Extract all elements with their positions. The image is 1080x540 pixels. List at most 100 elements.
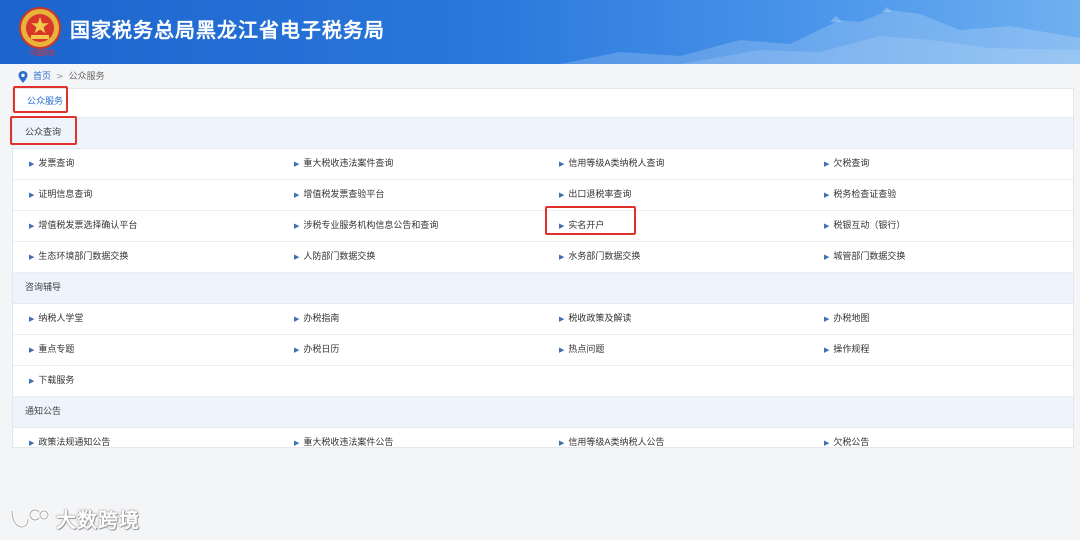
service-link-label: 办税地图: [833, 314, 870, 324]
service-link-label: 增值税发票查验平台: [303, 190, 385, 200]
service-link[interactable]: ▶ 信用等级A类纳税人查询: [543, 149, 808, 179]
empty-cell: [808, 366, 1073, 396]
breadcrumb-home-link[interactable]: 首页: [33, 69, 51, 85]
watermark-text: 大数跨境: [56, 507, 140, 532]
site-title: 国家税务总局黑龙江省电子税务局: [70, 18, 385, 42]
service-link-label: 城管部门数据交换: [833, 252, 906, 262]
service-link-label: 下载服务: [38, 376, 75, 386]
service-link-label: 欠税公告: [833, 438, 870, 448]
watermark: 大数跨境: [8, 502, 140, 534]
section-header: 咨询辅导: [13, 273, 1073, 304]
great-wall-background: [560, 7, 1080, 64]
service-link-label: 发票查询: [38, 159, 75, 169]
service-link[interactable]: ▶ 操作规程: [808, 335, 1073, 365]
service-link[interactable]: ▶ 税银互动（银行）: [808, 211, 1073, 241]
service-link-label: 税务检查证查验: [833, 190, 897, 200]
service-link[interactable]: ▶ 发票查询: [13, 149, 278, 179]
service-link[interactable]: ▶ 重大税收违法案件查询: [278, 149, 543, 179]
service-link[interactable]: ▶ 增值税发票选择确认平台: [13, 211, 278, 241]
service-link[interactable]: ▶ 城管部门数据交换: [808, 242, 1073, 272]
service-link-label: 重大税收违法案件查询: [303, 159, 394, 169]
service-link-label: 税收政策及解读: [568, 314, 632, 324]
triangle-right-icon: ▶: [824, 222, 830, 230]
triangle-right-icon: ▶: [294, 191, 300, 199]
triangle-right-icon: ▶: [29, 439, 35, 447]
service-link[interactable]: ▶ 证明信息查询: [13, 180, 278, 210]
service-link[interactable]: ▶ 重大税收违法案件公告: [278, 428, 543, 458]
service-link-label: 涉税专业服务机构信息公告和查询: [303, 221, 439, 231]
service-link[interactable]: ▶ 办税地图: [808, 304, 1073, 334]
breadcrumb-separator: >: [56, 72, 64, 82]
triangle-right-icon: ▶: [559, 346, 565, 354]
service-link-label: 重大税收违法案件公告: [303, 438, 394, 448]
triangle-right-icon: ▶: [294, 315, 300, 323]
section-header: 公众查询: [13, 118, 1073, 149]
triangle-right-icon: ▶: [294, 439, 300, 447]
service-row: ▶ 下载服务: [13, 366, 1073, 397]
triangle-right-icon: ▶: [29, 377, 35, 385]
triangle-right-icon: ▶: [294, 160, 300, 168]
service-link-label: 出口退税率查询: [568, 190, 632, 200]
service-link-label: 人防部门数据交换: [303, 252, 376, 262]
service-link-label: 证明信息查询: [38, 190, 93, 200]
service-row: ▶ 发票查询 ▶ 重大税收违法案件查询 ▶ 信用等级A类纳税人查询 ▶ 欠税查询: [13, 149, 1073, 180]
service-link-label: 纳税人学堂: [38, 314, 84, 324]
service-link-label: 税银互动（银行）: [833, 221, 906, 231]
service-link[interactable]: ▶ 办税指南: [278, 304, 543, 334]
service-link[interactable]: ▶ 税收政策及解读: [543, 304, 808, 334]
service-link[interactable]: ▶ 税务检查证查验: [808, 180, 1073, 210]
service-link-label: 操作规程: [833, 345, 870, 355]
triangle-right-icon: ▶: [29, 191, 35, 199]
service-link-label: 政策法规通知公告: [38, 438, 111, 448]
service-link[interactable]: ▶ 人防部门数据交换: [278, 242, 543, 272]
dashu-logo-icon: [10, 508, 50, 529]
triangle-right-icon: ▶: [824, 253, 830, 261]
triangle-right-icon: ▶: [294, 253, 300, 261]
service-link[interactable]: ▶ 政策法规通知公告: [13, 428, 278, 458]
service-sections: 公众查询 ▶ 发票查询 ▶ 重大税收违法案件查询 ▶ 信用等级A类纳税人查询 ▶ 欠税查询 ▶ 证明…: [13, 118, 1073, 458]
triangle-right-icon: ▶: [559, 439, 565, 447]
service-link[interactable]: ▶ 办税日历: [278, 335, 543, 365]
service-link[interactable]: ▶ 热点问题: [543, 335, 808, 365]
tab-public-service[interactable]: 公众服务: [27, 95, 63, 109]
triangle-right-icon: ▶: [824, 346, 830, 354]
service-row: ▶ 增值税发票选择确认平台 ▶ 涉税专业服务机构信息公告和查询 ▶ 实名开户 ▶ 税银互动（银…: [13, 211, 1073, 242]
service-link[interactable]: ▶ 生态环境部门数据交换: [13, 242, 278, 272]
service-link[interactable]: ▶ 信用等级A类纳税人公告: [543, 428, 808, 458]
service-link-label: 实名开户: [568, 221, 605, 231]
service-link[interactable]: ▶ 水务部门数据交换: [543, 242, 808, 272]
triangle-right-icon: ▶: [559, 315, 565, 323]
service-link-label: 办税指南: [303, 314, 340, 324]
empty-cell: [278, 366, 543, 396]
triangle-right-icon: ▶: [559, 253, 565, 261]
service-link-label: 重点专题: [38, 345, 75, 355]
service-link[interactable]: ▶ 欠税公告: [808, 428, 1073, 458]
service-link[interactable]: ▶ 出口退税率查询: [543, 180, 808, 210]
triangle-right-icon: ▶: [29, 315, 35, 323]
service-link[interactable]: ▶ 重点专题: [13, 335, 278, 365]
service-link[interactable]: ▶ 增值税发票查验平台: [278, 180, 543, 210]
service-link-label: 生态环境部门数据交换: [38, 252, 129, 262]
triangle-right-icon: ▶: [824, 439, 830, 447]
triangle-right-icon: ▶: [559, 191, 565, 199]
triangle-right-icon: ▶: [294, 222, 300, 230]
triangle-right-icon: ▶: [29, 222, 35, 230]
service-link[interactable]: ▶ 欠税查询: [808, 149, 1073, 179]
service-row: ▶ 证明信息查询 ▶ 增值税发票查验平台 ▶ 出口退税率查询 ▶ 税务检查证查验: [13, 180, 1073, 211]
service-row: ▶ 生态环境部门数据交换 ▶ 人防部门数据交换 ▶ 水务部门数据交换 ▶ 城管部门数据交换: [13, 242, 1073, 273]
service-link-label: 水务部门数据交换: [568, 252, 641, 262]
location-pin-icon: [18, 71, 28, 83]
service-link-label: 欠税查询: [833, 159, 870, 169]
service-link[interactable]: ▶ 纳税人学堂: [13, 304, 278, 334]
service-row: ▶ 政策法规通知公告 ▶ 重大税收违法案件公告 ▶ 信用等级A类纳税人公告 ▶ 欠税公告: [13, 428, 1073, 458]
triangle-right-icon: ▶: [824, 160, 830, 168]
breadcrumb-current: 公众服务: [68, 72, 105, 82]
service-link[interactable]: ▶ 涉税专业服务机构信息公告和查询: [278, 211, 543, 241]
site-header: 中国税务 国家税务总局黑龙江省电子税务局: [0, 0, 1080, 64]
service-link-label: 办税日历: [303, 345, 340, 355]
public-service-panel: 公众服务 公众查询 ▶ 发票查询 ▶ 重大税收违法案件查询 ▶ 信用等级A类纳税人查询 ▶ 欠税…: [12, 88, 1074, 448]
service-link[interactable]: ▶ 实名开户: [543, 211, 808, 241]
service-link[interactable]: ▶ 下载服务: [13, 366, 278, 396]
service-link-label: 热点问题: [568, 345, 605, 355]
tax-emblem-icon: [19, 7, 61, 49]
